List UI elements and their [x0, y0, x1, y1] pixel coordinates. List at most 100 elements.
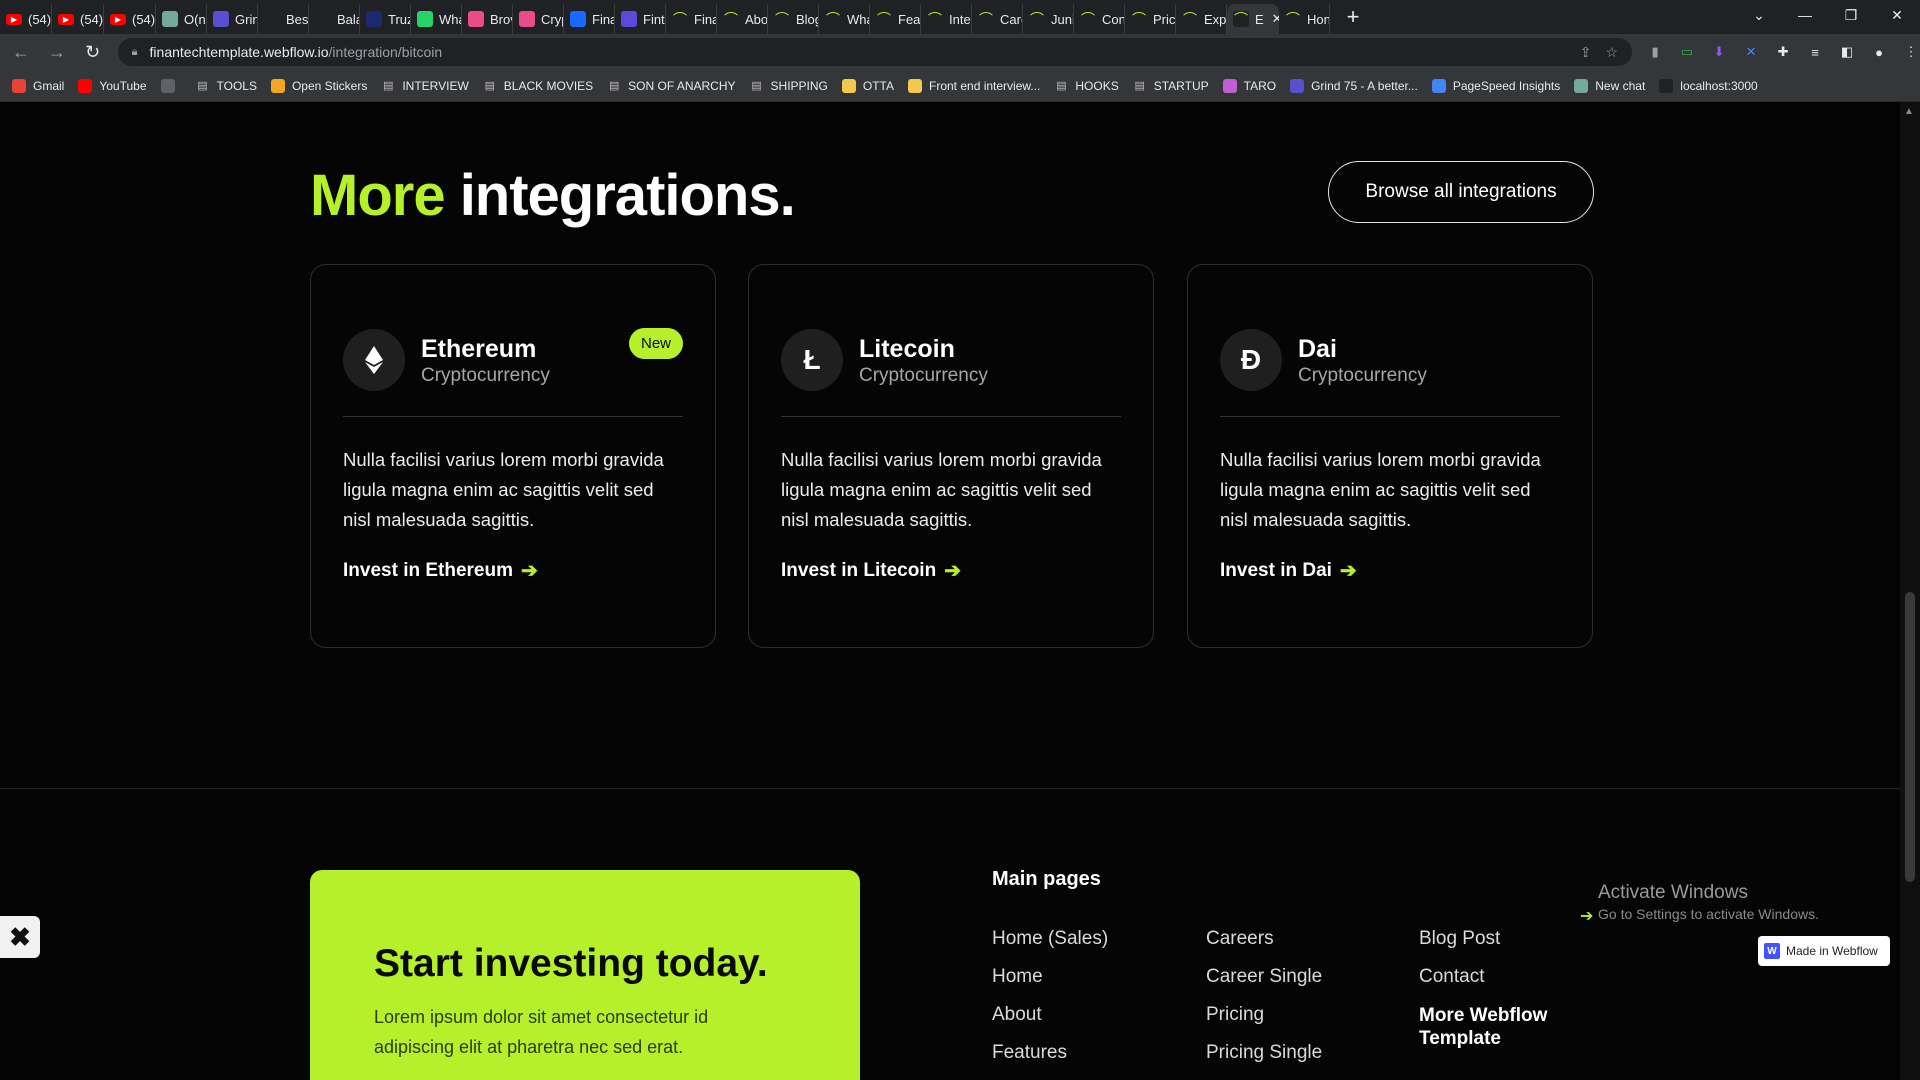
- browser-tab[interactable]: ⌒ Expe: [1176, 4, 1227, 34]
- browser-tab[interactable]: Fint: [615, 4, 666, 34]
- browser-tab[interactable]: Truz: [360, 4, 411, 34]
- made-in-webflow-badge[interactable]: W Made in Webflow: [1758, 936, 1890, 966]
- browser-tab[interactable]: ⌒ E ✕: [1227, 4, 1279, 34]
- bookmark-item[interactable]: Gmail: [12, 78, 65, 93]
- footer-link-career-single[interactable]: Career Single: [1206, 966, 1322, 987]
- page-scrollbar[interactable]: ▲: [1900, 102, 1920, 1080]
- binance-icon: [315, 11, 331, 27]
- bookmark-item[interactable]: YouTube: [78, 78, 147, 93]
- bookmark-item[interactable]: ▤ TOOLS: [196, 79, 257, 93]
- bookmark-star-icon[interactable]: ☆: [1605, 44, 1618, 61]
- bookmark-item[interactable]: TARO: [1222, 78, 1276, 93]
- bookmark-label: Open Stickers: [291, 78, 368, 93]
- browser-tab[interactable]: ▶ (54): [52, 4, 104, 34]
- bookmark-label: Gmail: [33, 78, 65, 93]
- finantech-icon: ⌒: [672, 11, 688, 27]
- browser-tab[interactable]: Wha: [411, 4, 462, 34]
- bookmark-item[interactable]: [160, 78, 182, 93]
- browser-tab[interactable]: O(n): [156, 4, 207, 34]
- close-window-button[interactable]: ✕: [1874, 0, 1920, 30]
- footer-link-careers[interactable]: Careers: [1206, 928, 1322, 949]
- browser-tab[interactable]: ⌒ Juni: [1023, 4, 1074, 34]
- tab-search-icon[interactable]: ⌄: [1736, 0, 1782, 30]
- bookmark-item[interactable]: ▤ SHIPPING: [750, 79, 828, 93]
- browser-tab[interactable]: Brov: [462, 4, 513, 34]
- bookmark-item[interactable]: New chat: [1574, 78, 1645, 93]
- browser-tab[interactable]: ⌒ Blog: [768, 4, 819, 34]
- bookmark-item[interactable]: ▤ HOOKS: [1054, 79, 1119, 93]
- more-webflow-template-link[interactable]: More Webflow Template: [1419, 1004, 1569, 1050]
- tab-title: Cryp: [541, 11, 563, 27]
- profile-avatar[interactable]: ●: [1870, 43, 1888, 61]
- browser-tab[interactable]: ⌒ Prici: [1125, 4, 1176, 34]
- share-icon[interactable]: ⇪: [1580, 44, 1592, 61]
- browser-tab[interactable]: Cryp: [513, 4, 564, 34]
- close-widget-icon[interactable]: ✖: [0, 916, 40, 958]
- browser-tab[interactable]: Grin: [207, 4, 258, 34]
- reload-icon[interactable]: ↻: [78, 37, 108, 67]
- tab-title: (54): [28, 11, 52, 27]
- bookmark-item[interactable]: Grind 75 - A better...: [1290, 78, 1418, 93]
- forward-icon[interactable]: →: [42, 37, 72, 67]
- browser-tab[interactable]: ⌒ Hon: [1279, 4, 1330, 34]
- browser-tab[interactable]: ⌒ Care: [972, 4, 1023, 34]
- extension-icon[interactable]: ▮: [1646, 43, 1664, 61]
- footer-link-about[interactable]: About: [992, 1004, 1108, 1025]
- new-tab-button[interactable]: +: [1338, 4, 1368, 30]
- footer-link-blog-post[interactable]: Blog Post: [1419, 928, 1569, 949]
- bookmark-item[interactable]: Front end interview...: [908, 78, 1040, 93]
- bookmark-item[interactable]: OTTA: [841, 78, 894, 93]
- browser-tab[interactable]: ⌒ Inte: [921, 4, 972, 34]
- close-tab-icon[interactable]: ✕: [1272, 11, 1279, 27]
- bookmark-item[interactable]: localhost:3000: [1659, 78, 1758, 93]
- browser-tab[interactable]: ▶ (54): [0, 4, 52, 34]
- minimize-button[interactable]: —: [1782, 0, 1828, 30]
- invest-dai-link[interactable]: Invest in Dai ➔: [1220, 558, 1357, 583]
- bookmark-item[interactable]: ▤ STARTUP: [1133, 79, 1209, 93]
- bookmark-item[interactable]: ▤ INTERVIEW: [381, 79, 469, 93]
- bookmark-item[interactable]: Open Stickers: [270, 78, 368, 93]
- scroll-up-icon[interactable]: ▲: [1904, 106, 1914, 117]
- browser-tab[interactable]: ⌒ Con: [1074, 4, 1125, 34]
- browser-tab[interactable]: Fina: [564, 4, 615, 34]
- finantech-icon: ⌒: [825, 11, 841, 27]
- browser-tab[interactable]: Bala: [309, 4, 360, 34]
- restore-button[interactable]: ❐: [1828, 0, 1874, 30]
- bookmark-item[interactable]: ▤ SON OF ANARCHY: [607, 79, 736, 93]
- scroll-thumb[interactable]: [1905, 592, 1915, 882]
- footer-link-home-sales[interactable]: Home (Sales): [992, 928, 1108, 949]
- extension-icon[interactable]: ▭: [1678, 43, 1696, 61]
- finantech-icon: ⌒: [1285, 11, 1301, 27]
- footer-link-pricing-single[interactable]: Pricing Single: [1206, 1042, 1322, 1063]
- footer-link-contact[interactable]: Contact: [1419, 966, 1569, 987]
- browser-tab[interactable]: ⌒ Wha: [819, 4, 870, 34]
- browse-all-integrations-button[interactable]: Browse all integrations: [1328, 161, 1594, 223]
- invest-ethereum-link[interactable]: Invest in Ethereum ➔: [343, 558, 538, 583]
- youtube-icon: ▶: [110, 13, 126, 25]
- side-panel-icon[interactable]: ◧: [1838, 43, 1856, 61]
- back-icon[interactable]: ←: [6, 37, 36, 67]
- browser-tab[interactable]: ⌒ Abo: [717, 4, 768, 34]
- extension-icon[interactable]: ✕: [1742, 43, 1760, 61]
- bookmark-item[interactable]: PageSpeed Insights: [1431, 78, 1560, 93]
- browser-tab[interactable]: Best: [258, 4, 309, 34]
- browser-tab[interactable]: ▶ (54): [104, 4, 156, 34]
- invest-litecoin-link[interactable]: Invest in Litecoin ➔: [781, 558, 961, 583]
- extensions-area: ▮ ▭ ⬇ ✕ ✚ ≡ ◧ ● ⋮: [1646, 43, 1920, 61]
- reading-list-icon[interactable]: ≡: [1806, 43, 1824, 61]
- cta-label: Invest in Ethereum: [343, 559, 513, 581]
- footer-link-home[interactable]: Home: [992, 966, 1108, 987]
- download-extension-icon[interactable]: ⬇: [1710, 43, 1728, 61]
- taro-icon: [1222, 78, 1237, 93]
- browser-tab[interactable]: ⌒ Feat: [870, 4, 921, 34]
- browser-tab[interactable]: ⌒ Fina: [666, 4, 717, 34]
- puzzle-icon[interactable]: ✚: [1774, 43, 1792, 61]
- footer-link-pricing[interactable]: Pricing: [1206, 1004, 1322, 1025]
- address-bar[interactable]: 🔒︎ finantechtemplate.webflow.io/integrat…: [117, 38, 1633, 66]
- made-in-webflow-label: Made in Webflow: [1786, 944, 1878, 958]
- grind75-icon: [1290, 78, 1305, 93]
- footer-link-features[interactable]: Features: [992, 1042, 1108, 1063]
- bookmark-item[interactable]: ▤ BLACK MOVIES: [483, 79, 594, 93]
- menu-icon[interactable]: ⋮: [1902, 43, 1920, 61]
- footer-links-col-1: Home (Sales) Home About Features: [992, 928, 1108, 1063]
